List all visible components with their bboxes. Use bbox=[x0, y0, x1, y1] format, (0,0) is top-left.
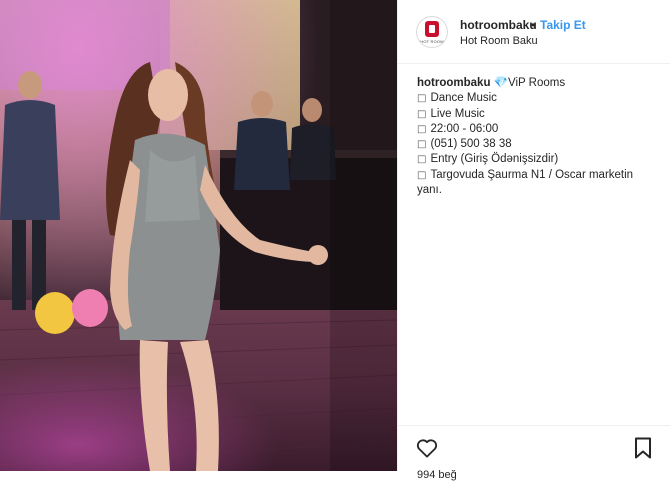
header-separator: • bbox=[531, 18, 536, 32]
caption-username[interactable]: hotroombaku bbox=[417, 77, 490, 89]
caption-line: □ Live Music bbox=[417, 107, 659, 122]
caption-line: □ (051) 500 38 38 bbox=[417, 137, 659, 152]
caption-title-line: hotroombaku 💎ViP Rooms bbox=[417, 76, 659, 91]
bullet-icon: □ bbox=[417, 154, 427, 166]
caption-line-text: Entry (Giriş Ödənişsizdir) bbox=[430, 153, 559, 166]
heart-icon[interactable] bbox=[416, 438, 438, 458]
caption-line: □ Dance Music bbox=[417, 91, 659, 106]
post-photo[interactable] bbox=[0, 0, 397, 471]
hot-room-logo-icon bbox=[425, 21, 439, 37]
bullet-icon: □ bbox=[417, 93, 427, 105]
bookmark-icon[interactable] bbox=[634, 437, 652, 459]
caption-line: □ Entry (Giriş Ödənişsizdir) bbox=[417, 152, 659, 167]
avatar-logo-text: HOT ROOM bbox=[420, 39, 444, 44]
caption-line-text: Dance Music bbox=[430, 92, 497, 105]
caption-line-text: (051) 500 38 38 bbox=[430, 138, 512, 151]
caption-line: □ Targovuda Şaurma N1 / Oscar marketin ya… bbox=[417, 168, 659, 199]
caption-line-text: Targovuda Şaurma N1 / Oscar marketin yan… bbox=[417, 168, 634, 197]
caption-title: 💎ViP Rooms bbox=[493, 77, 566, 89]
caption-line-text: Live Music bbox=[430, 107, 485, 120]
bullet-icon: □ bbox=[417, 123, 427, 135]
bullet-icon: □ bbox=[417, 108, 427, 120]
post-caption: hotroombaku 💎ViP Rooms □ Dance Music □ Liv… bbox=[417, 76, 659, 198]
bullet-icon: □ bbox=[417, 169, 427, 181]
location-link[interactable]: Hot Room Baku bbox=[460, 35, 538, 47]
post-header: HOT ROOM hotroombaku • Takip Et Hot Room… bbox=[398, 0, 670, 64]
post-sidebar: HOT ROOM hotroombaku • Takip Et Hot Room… bbox=[397, 0, 670, 481]
follow-button[interactable]: Takip Et bbox=[540, 18, 586, 32]
post-actions: 994 beğ bbox=[398, 425, 670, 481]
bullet-icon: □ bbox=[417, 139, 427, 151]
avatar[interactable]: HOT ROOM bbox=[416, 16, 448, 48]
header-username[interactable]: hotroombaku bbox=[460, 18, 537, 32]
caption-line: □ 22:00 - 06:00 bbox=[417, 122, 659, 137]
dance-photo-illustration bbox=[0, 0, 397, 471]
caption-line-text: 22:00 - 06:00 bbox=[430, 122, 499, 135]
